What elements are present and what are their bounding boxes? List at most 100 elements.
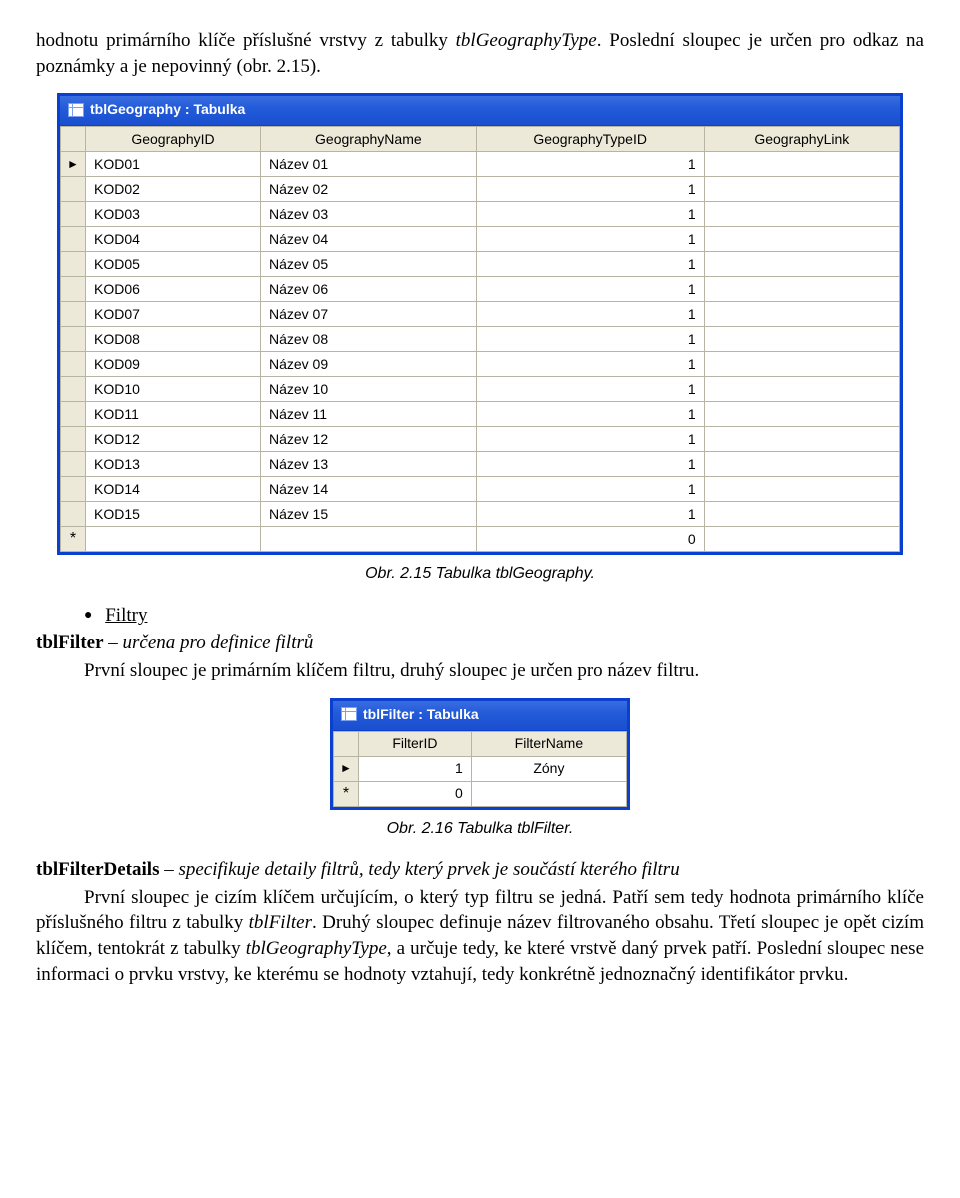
cell-geographyname[interactable]: Název 13 — [260, 452, 476, 477]
cell-geographytypeid[interactable]: 1 — [476, 352, 704, 377]
row-selector-icon[interactable] — [61, 252, 86, 277]
cell-filterid[interactable]: 0 — [359, 781, 472, 806]
cell-geographyid[interactable]: KOD12 — [86, 427, 261, 452]
col-filterid[interactable]: FilterID — [359, 731, 472, 756]
col-geographytypeid[interactable]: GeographyTypeID — [476, 127, 704, 152]
cell-geographyname[interactable]: Název 09 — [260, 352, 476, 377]
row-selector-icon[interactable] — [61, 302, 86, 327]
table-row[interactable]: KOD10Název 101 — [61, 377, 900, 402]
cell-filtername[interactable] — [471, 781, 626, 806]
cell-geographyname[interactable]: Název 14 — [260, 477, 476, 502]
row-selector-icon[interactable] — [61, 327, 86, 352]
row-selector-icon[interactable] — [61, 452, 86, 477]
cell-geographyid[interactable]: KOD15 — [86, 502, 261, 527]
cell-geographyname[interactable]: Název 06 — [260, 277, 476, 302]
table-row[interactable]: KOD14Název 141 — [61, 477, 900, 502]
cell-geographytypeid[interactable]: 0 — [476, 527, 704, 552]
row-selector-icon[interactable]: ► — [334, 756, 359, 781]
datagrid-tblfilter[interactable]: FilterID FilterName ► 1 Zóny * 0 — [333, 731, 627, 807]
table-row[interactable]: KOD06Název 061 — [61, 277, 900, 302]
cell-geographylink[interactable] — [704, 252, 899, 277]
cell-geographylink[interactable] — [704, 277, 899, 302]
table-row[interactable]: ►KOD01Název 011 — [61, 152, 900, 177]
cell-geographytypeid[interactable]: 1 — [476, 427, 704, 452]
cell-filterid[interactable]: 1 — [359, 756, 472, 781]
cell-geographylink[interactable] — [704, 152, 899, 177]
cell-geographytypeid[interactable]: 1 — [476, 227, 704, 252]
table-row[interactable]: KOD03Název 031 — [61, 202, 900, 227]
cell-geographylink[interactable] — [704, 527, 899, 552]
cell-geographytypeid[interactable]: 1 — [476, 177, 704, 202]
cell-geographylink[interactable] — [704, 177, 899, 202]
newrow-icon[interactable]: * — [334, 781, 359, 806]
col-geographyname[interactable]: GeographyName — [260, 127, 476, 152]
cell-geographyid[interactable] — [86, 527, 261, 552]
cell-geographytypeid[interactable]: 1 — [476, 302, 704, 327]
cell-geographyname[interactable]: Název 11 — [260, 402, 476, 427]
cell-geographyname[interactable]: Název 10 — [260, 377, 476, 402]
cell-geographyname[interactable]: Název 03 — [260, 202, 476, 227]
cell-geographytypeid[interactable]: 1 — [476, 477, 704, 502]
cell-geographyname[interactable]: Název 08 — [260, 327, 476, 352]
cell-geographylink[interactable] — [704, 477, 899, 502]
table-newrow[interactable]: * 0 — [334, 781, 627, 806]
cell-geographylink[interactable] — [704, 202, 899, 227]
cell-geographyname[interactable]: Název 01 — [260, 152, 476, 177]
table-row[interactable]: KOD04Název 041 — [61, 227, 900, 252]
cell-geographytypeid[interactable]: 1 — [476, 277, 704, 302]
table-row[interactable]: KOD02Název 021 — [61, 177, 900, 202]
cell-geographytypeid[interactable]: 1 — [476, 252, 704, 277]
table-row[interactable]: KOD13Název 131 — [61, 452, 900, 477]
cell-geographyname[interactable]: Název 05 — [260, 252, 476, 277]
cell-geographyid[interactable]: KOD06 — [86, 277, 261, 302]
cell-geographylink[interactable] — [704, 352, 899, 377]
cell-geographytypeid[interactable]: 1 — [476, 202, 704, 227]
cell-geographylink[interactable] — [704, 427, 899, 452]
table-row[interactable]: KOD07Název 071 — [61, 302, 900, 327]
newrow-icon[interactable]: * — [61, 527, 86, 552]
cell-geographyid[interactable]: KOD07 — [86, 302, 261, 327]
window-tblfilter-titlebar[interactable]: tblFilter : Tabulka — [333, 701, 627, 731]
col-filtername[interactable]: FilterName — [471, 731, 626, 756]
cell-geographylink[interactable] — [704, 377, 899, 402]
cell-geographytypeid[interactable]: 1 — [476, 502, 704, 527]
cell-geographyid[interactable]: KOD05 — [86, 252, 261, 277]
cell-geographyid[interactable]: KOD01 — [86, 152, 261, 177]
col-selector[interactable] — [334, 731, 359, 756]
table-row[interactable]: KOD09Název 091 — [61, 352, 900, 377]
cell-geographyname[interactable]: Název 04 — [260, 227, 476, 252]
cell-geographyid[interactable]: KOD13 — [86, 452, 261, 477]
cell-geographyname[interactable]: Název 02 — [260, 177, 476, 202]
col-geographyid[interactable]: GeographyID — [86, 127, 261, 152]
cell-geographytypeid[interactable]: 1 — [476, 377, 704, 402]
row-selector-icon[interactable] — [61, 502, 86, 527]
cell-geographytypeid[interactable]: 1 — [476, 327, 704, 352]
row-selector-icon[interactable]: ► — [61, 152, 86, 177]
row-selector-icon[interactable] — [61, 177, 86, 202]
cell-geographyid[interactable]: KOD04 — [86, 227, 261, 252]
table-row[interactable]: KOD15Název 151 — [61, 502, 900, 527]
row-selector-icon[interactable] — [61, 277, 86, 302]
row-selector-icon[interactable] — [61, 402, 86, 427]
cell-geographyname[interactable]: Název 15 — [260, 502, 476, 527]
cell-geographyid[interactable]: KOD03 — [86, 202, 261, 227]
cell-geographyname[interactable]: Název 07 — [260, 302, 476, 327]
cell-geographyid[interactable]: KOD14 — [86, 477, 261, 502]
cell-geographylink[interactable] — [704, 402, 899, 427]
row-selector-icon[interactable] — [61, 202, 86, 227]
cell-geographyid[interactable]: KOD11 — [86, 402, 261, 427]
row-selector-icon[interactable] — [61, 377, 86, 402]
cell-geographyid[interactable]: KOD09 — [86, 352, 261, 377]
cell-geographylink[interactable] — [704, 502, 899, 527]
cell-geographylink[interactable] — [704, 227, 899, 252]
col-geographylink[interactable]: GeographyLink — [704, 127, 899, 152]
window-tblgeography-titlebar[interactable]: tblGeography : Tabulka — [60, 96, 900, 126]
table-row[interactable]: KOD08Název 081 — [61, 327, 900, 352]
table-row[interactable]: KOD05Název 051 — [61, 252, 900, 277]
row-selector-icon[interactable] — [61, 352, 86, 377]
table-row[interactable]: ► 1 Zóny — [334, 756, 627, 781]
cell-geographylink[interactable] — [704, 302, 899, 327]
cell-geographyname[interactable] — [260, 527, 476, 552]
row-selector-icon[interactable] — [61, 427, 86, 452]
row-selector-icon[interactable] — [61, 477, 86, 502]
